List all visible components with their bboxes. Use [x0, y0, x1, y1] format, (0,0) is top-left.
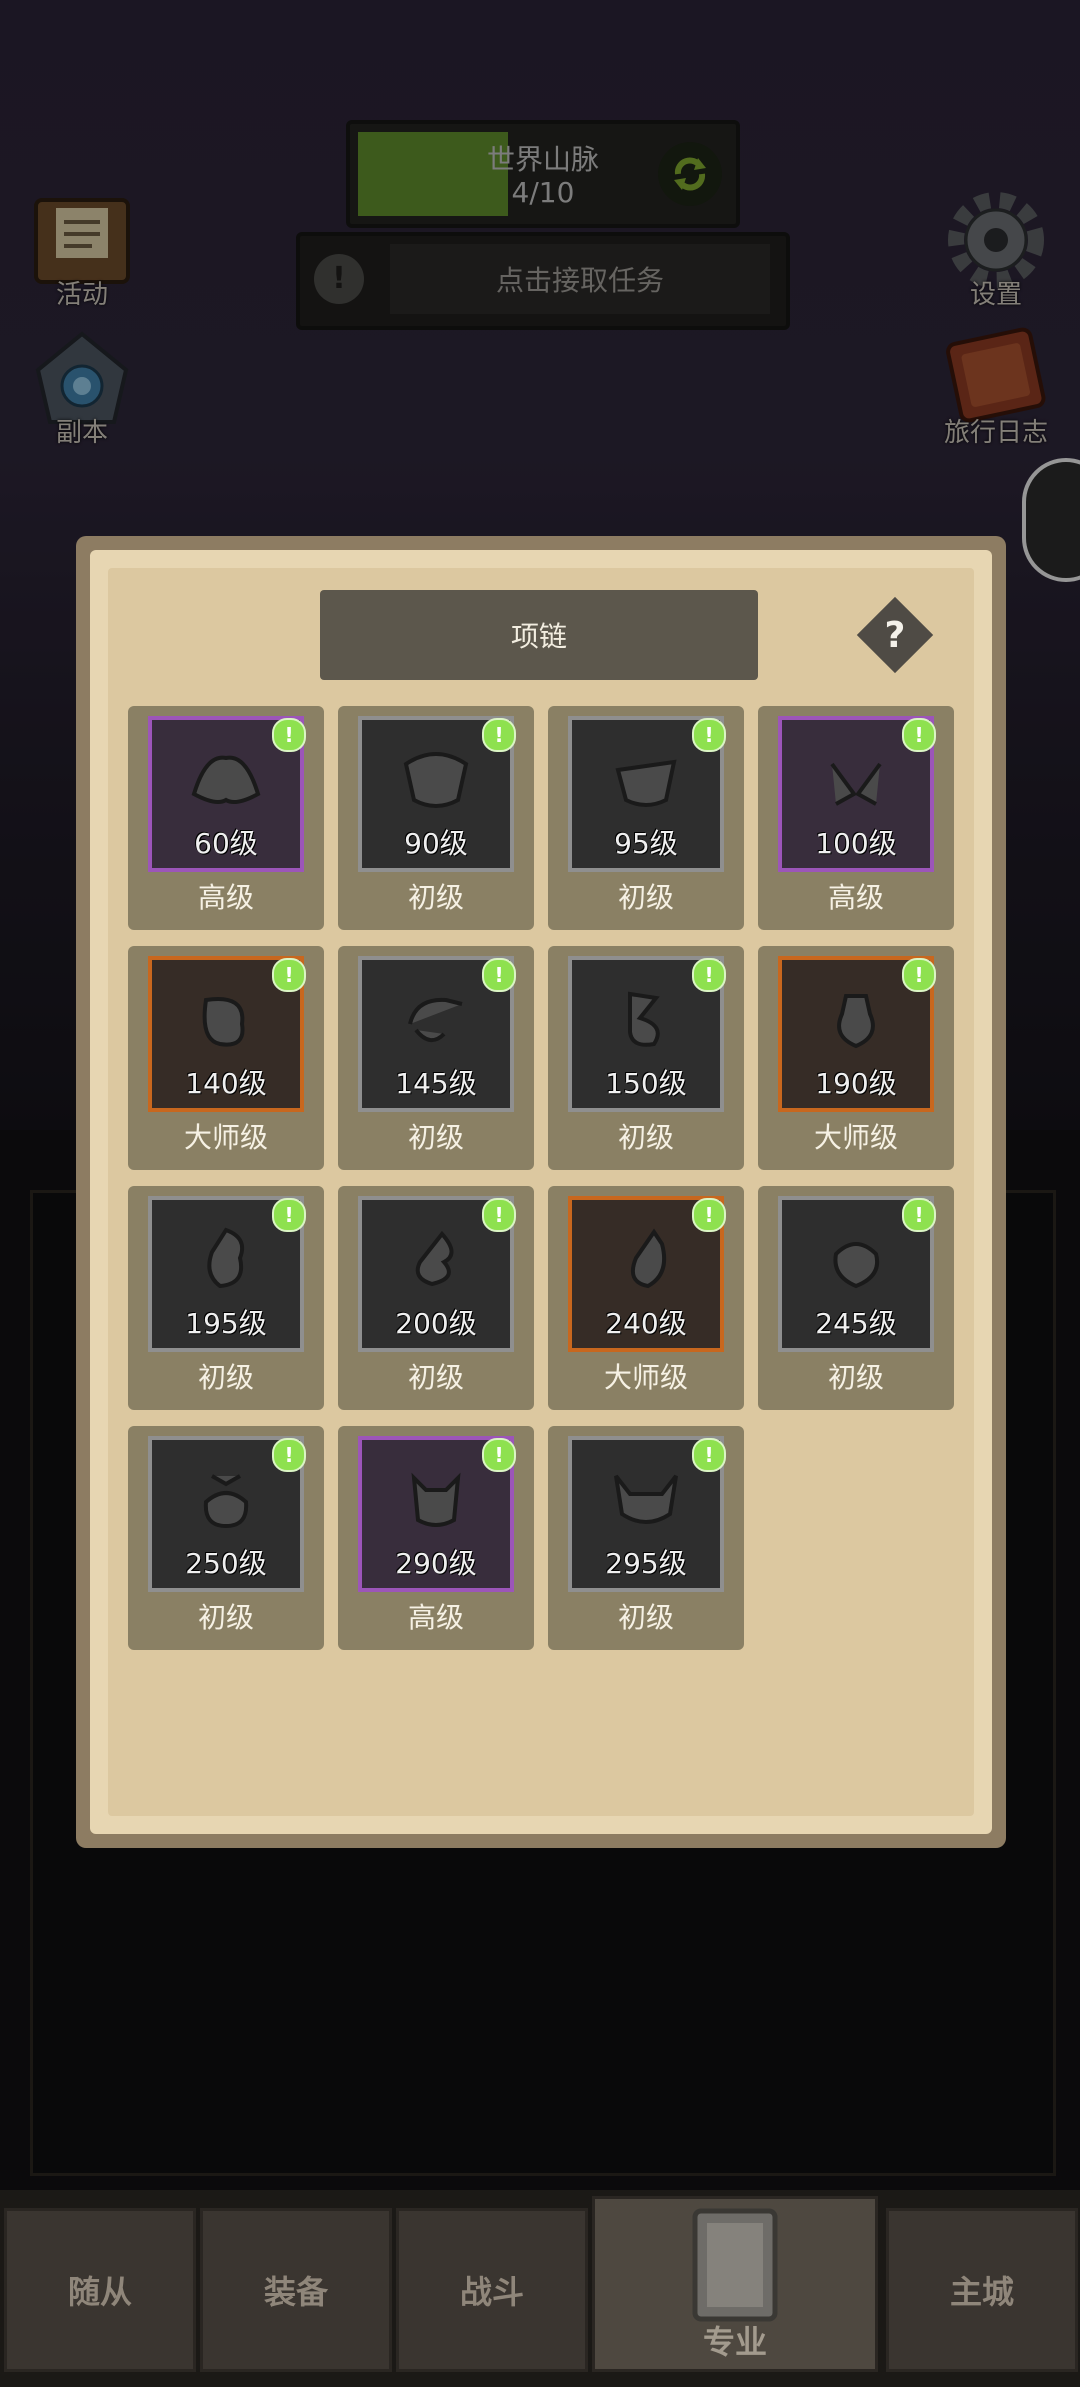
book-icon: [692, 2208, 778, 2322]
item-grade: 初级: [407, 1361, 464, 1394]
necklace-card[interactable]: 60级! 高级: [128, 706, 324, 930]
necklace-icon: [411, 1472, 461, 1527]
nav-tab-battle[interactable]: 战斗: [396, 2208, 588, 2372]
new-badge-icon: !: [272, 958, 306, 992]
necklace-icon: [202, 997, 245, 1047]
new-badge-icon: !: [692, 958, 726, 992]
necklace-icon: [833, 1242, 879, 1289]
necklace-card[interactable]: 100级! 高级: [758, 706, 954, 930]
help-label: ?: [884, 614, 906, 656]
item-level: 60级: [194, 827, 258, 860]
necklace-card[interactable]: 150级! 初级: [548, 946, 744, 1170]
necklace-icon: [207, 1227, 245, 1289]
necklace-card[interactable]: 250级! 初级: [128, 1426, 324, 1650]
nav-tab-followers[interactable]: 随从: [4, 2208, 196, 2372]
help-button[interactable]: ?: [856, 596, 934, 674]
new-badge-icon: !: [482, 958, 516, 992]
necklace-card[interactable]: 240级! 大师级: [548, 1186, 744, 1410]
necklace-icon: [203, 1474, 249, 1529]
necklace-icon: [837, 994, 875, 1049]
necklace-card[interactable]: 245级! 初级: [758, 1186, 954, 1410]
new-badge-icon: !: [902, 958, 936, 992]
necklace-card[interactable]: 200级! 初级: [338, 1186, 534, 1410]
item-grade: 大师级: [813, 1121, 898, 1154]
item-grade: 初级: [827, 1361, 884, 1394]
item-level: 95级: [614, 827, 678, 860]
new-badge-icon: !: [272, 1198, 306, 1232]
necklace-card[interactable]: 95级! 初级: [548, 706, 744, 930]
nav-tab-profession[interactable]: 专业: [592, 2196, 878, 2372]
necklace-icon: [415, 1230, 454, 1287]
necklace-card[interactable]: 90级! 初级: [338, 706, 534, 930]
item-grade: 高级: [827, 881, 884, 914]
necklace-icon: [191, 755, 261, 804]
item-level: 245级: [815, 1307, 897, 1340]
item-grade: 大师级: [603, 1361, 688, 1394]
item-level: 90级: [404, 827, 468, 860]
new-badge-icon: !: [482, 1198, 516, 1232]
item-level: 200级: [395, 1307, 477, 1340]
item-grade: 高级: [407, 1601, 464, 1634]
item-level: 240级: [605, 1307, 687, 1340]
bottom-nav: 随从 装备 战斗 专业 主城: [0, 2190, 1080, 2387]
nav-tab-label: 专业: [702, 2323, 767, 2361]
necklace-icon: [628, 991, 660, 1047]
panel-title-plate: 项链: [320, 590, 758, 680]
item-grade: 初级: [617, 1601, 674, 1634]
item-level: 195级: [185, 1307, 267, 1340]
necklace-icon: [403, 752, 469, 808]
new-badge-icon: !: [692, 1198, 726, 1232]
item-grade: 初级: [197, 1361, 254, 1394]
new-badge-icon: !: [902, 1198, 936, 1232]
necklace-card[interactable]: 190级! 大师级: [758, 946, 954, 1170]
necklace-card[interactable]: 195级! 初级: [128, 1186, 324, 1410]
nav-tab-label: 随从: [67, 2273, 132, 2311]
new-badge-icon: !: [482, 1438, 516, 1472]
item-level: 140级: [185, 1067, 267, 1100]
item-grade: 初级: [407, 881, 464, 914]
new-badge-icon: !: [692, 718, 726, 752]
new-badge-icon: !: [482, 718, 516, 752]
nav-tab-equipment[interactable]: 装备: [200, 2208, 392, 2372]
new-badge-icon: !: [272, 1438, 306, 1472]
necklace-icon: [408, 997, 463, 1042]
item-level: 290级: [395, 1547, 477, 1580]
item-grade: 初级: [407, 1121, 464, 1154]
necklace-icon: [830, 762, 882, 806]
item-level: 145级: [395, 1067, 477, 1100]
panel-title: 项链: [510, 620, 567, 653]
item-grade: 初级: [617, 1121, 674, 1154]
necklace-card[interactable]: 145级! 初级: [338, 946, 534, 1170]
item-level: 190级: [815, 1067, 897, 1100]
necklace-card[interactable]: 295级! 初级: [548, 1426, 744, 1650]
nav-tab-label: 装备: [263, 2273, 328, 2311]
nav-tab-label: 主城: [949, 2273, 1014, 2311]
necklace-icon: [631, 1228, 667, 1289]
item-grade: 初级: [617, 881, 674, 914]
nav-tab-main-city[interactable]: 主城: [886, 2208, 1078, 2372]
nav-tab-label: 战斗: [459, 2273, 524, 2311]
item-grade: 高级: [197, 881, 254, 914]
item-level: 150级: [605, 1067, 687, 1100]
item-grade: 初级: [197, 1601, 254, 1634]
item-level: 295级: [605, 1547, 687, 1580]
necklace-card[interactable]: 290级! 高级: [338, 1426, 534, 1650]
item-grade: 大师级: [183, 1121, 268, 1154]
new-badge-icon: !: [692, 1438, 726, 1472]
item-level: 100级: [815, 827, 897, 860]
necklace-icon: [614, 1474, 678, 1524]
necklace-card[interactable]: 140级! 大师级: [128, 946, 324, 1170]
new-badge-icon: !: [902, 718, 936, 752]
necklace-icon: [615, 759, 677, 807]
new-badge-icon: !: [272, 718, 306, 752]
item-level: 250级: [185, 1547, 267, 1580]
